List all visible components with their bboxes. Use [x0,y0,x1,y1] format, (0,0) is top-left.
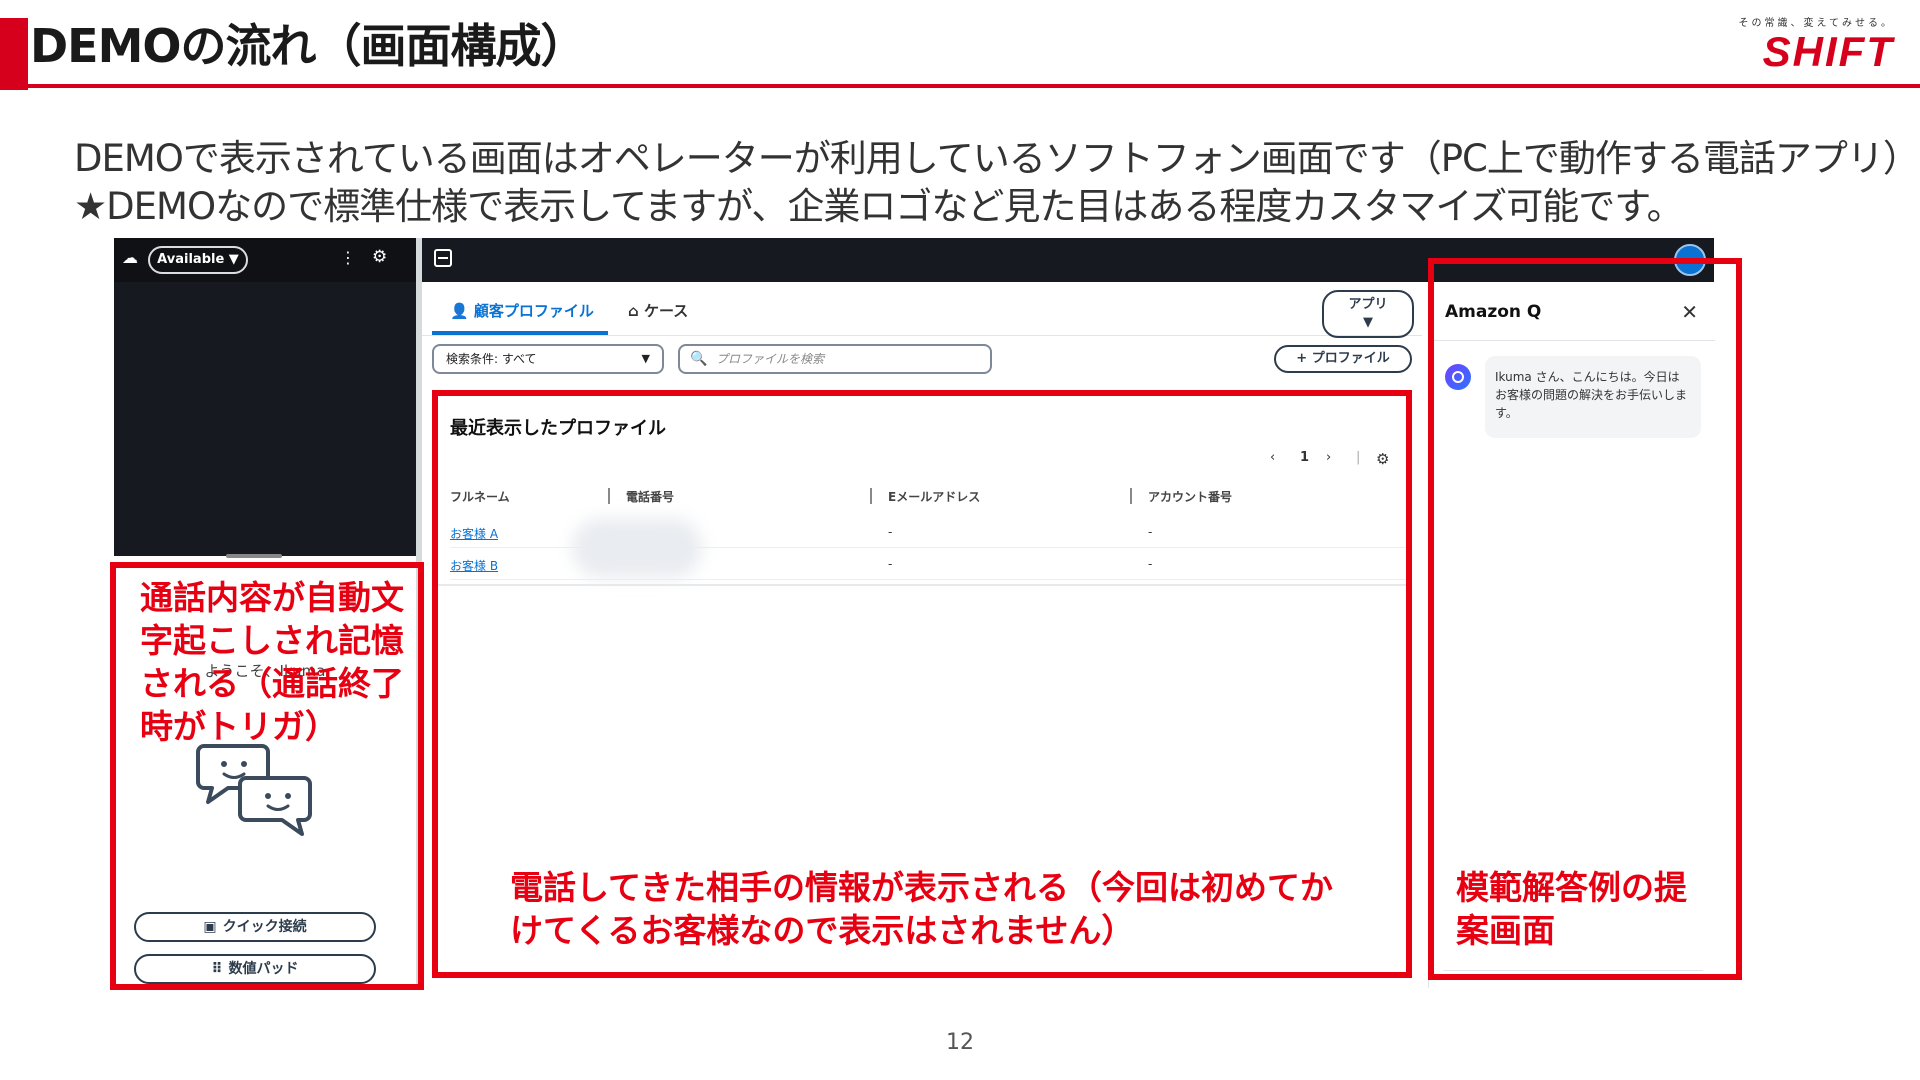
title-rule [28,84,1920,88]
description-line-2: ★DEMOなので標準仕様で表示してますが、企業ロゴなど見た目はある程度カスタマイ… [74,185,1684,228]
cloud-phone-icon: ☁ [122,248,138,267]
apps-label: アプリ [1348,297,1388,312]
tab-cases[interactable]: ⌂ ケース [628,300,688,321]
brand-block: その常識、変えてみせる。 SHIFT [1739,14,1895,75]
page-number-footer: 12 [946,1030,974,1055]
gear-icon[interactable]: ⚙ [372,247,387,267]
workspace-menu-icon[interactable] [434,249,452,267]
slide-title: DEMOの流れ（画面構成） [30,19,586,73]
search-filter-select[interactable]: 検索条件: すべて ▼ [432,344,664,374]
active-tab-indicator [432,331,608,335]
workspace-tabs: 👤 顧客プロファイル ⌂ ケース [422,282,1422,336]
annotation-line: 模範解答例の提 [1456,868,1687,907]
description-line-1: DEMOで表示されている画面はオペレーターが利用しているソフトフォン画面です（P… [74,137,1920,180]
plus-icon: + [1296,351,1312,366]
add-profile-label: プロファイル [1311,351,1390,366]
add-profile-button[interactable]: + プロファイル [1274,345,1412,373]
ccp-toolbar: ☁ Available ▼ ⋮ ⚙ [114,238,416,282]
tab-label: 顧客プロファイル [473,302,594,320]
annotation-line: 案画面 [1456,911,1555,950]
search-placeholder: プロファイルを検索 [716,352,825,366]
agent-status-dropdown[interactable]: Available ▼ [148,246,248,274]
more-options-icon[interactable]: ⋮ [340,248,356,267]
annotation-customer-info: 電話してきた相手の情報が表示される（今回は初めてか けてくるお客様なので表示はさ… [510,866,1333,952]
brand-logo: SHIFT [1762,28,1894,75]
apps-button[interactable]: アプリ ▼ [1322,290,1414,338]
annotation-suggested-answers: 模範解答例の提 案画面 [1456,866,1687,952]
ccp-top-area [114,238,416,556]
title-accent-bar [0,18,28,90]
profile-search-input[interactable]: 🔍 プロファイルを検索 [678,344,992,374]
annotation-line: 電話してきた相手の情報が表示される（今回は初めてか [510,868,1334,907]
search-icon: 🔍 [690,351,708,367]
briefcase-icon: ⌂ [628,302,639,320]
user-icon: 👤 [450,302,469,320]
tab-customer-profile[interactable]: 👤 顧客プロファイル [450,300,594,321]
annotation-transcription: 通話内容が自動文字起こしされ記憶される（通話終了時がトリガ） [140,578,404,746]
annotation-line: けてくるお客様なので表示はされません） [510,911,1135,950]
search-filter-value: 検索条件: すべて [446,352,537,366]
brand-tagline: その常識、変えてみせる。 [1738,18,1894,29]
caret-down-icon: ▼ [641,352,650,365]
chevron-down-icon: ▼ [1363,315,1373,330]
tab-label: ケース [643,302,689,320]
resize-handle[interactable] [226,554,282,558]
